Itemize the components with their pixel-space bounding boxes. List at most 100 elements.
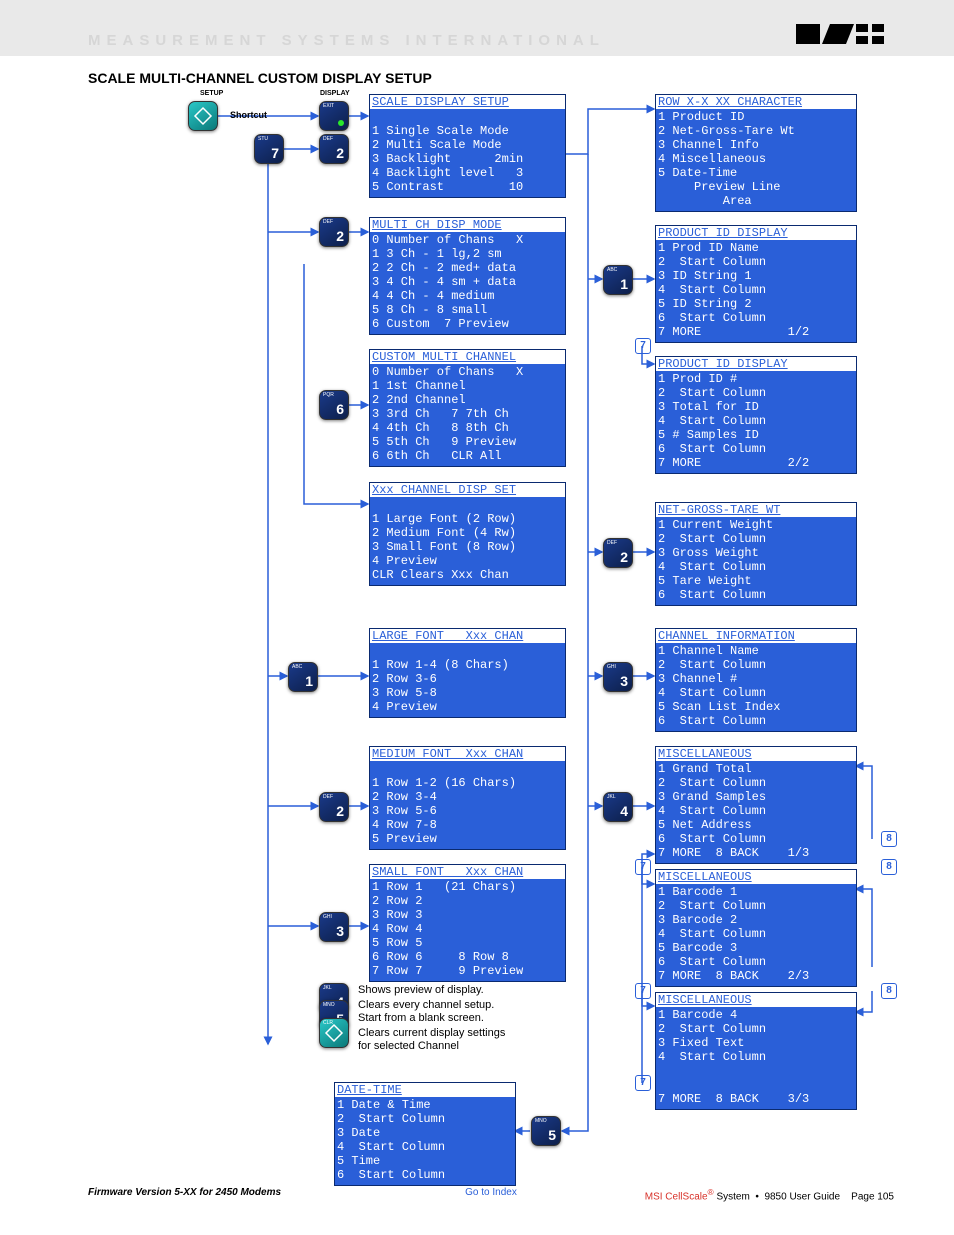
screen-title: PRODUCT ID DISPLAY [656, 226, 856, 240]
keycap-sup: DEF [323, 136, 333, 142]
keycap-mno5b[interactable]: MNO5 [531, 1116, 561, 1146]
keycap-sup: DEF [607, 540, 617, 546]
keycap-num: 2 [336, 803, 344, 819]
firmware-version: Firmware Version 5-XX for 2450 Modems [88, 1187, 281, 1198]
screen-date-time: DATE-TIME1 Date & Time 2 Start Column 3 … [334, 1082, 516, 1186]
nav-step-7: 7 [635, 859, 651, 875]
keycap-exit[interactable]: EXIT [319, 101, 349, 131]
screen-misc-1: MISCELLANEOUS1 Grand Total 2 Start Colum… [655, 746, 857, 864]
keycap-num: 2 [336, 145, 344, 161]
keycap-ghi3a[interactable]: GHI 3 [319, 912, 349, 942]
screen-body: 1 Single Scale Mode 2 Multi Scale Mode 3… [370, 109, 565, 197]
note-clears-current: Clears current display settings for sele… [358, 1027, 505, 1053]
screen-body: 1 Barcode 4 2 Start Column 3 Fixed Text … [656, 1007, 856, 1109]
screen-body: 1 Row 1-2 (16 Chars) 2 Row 3-4 3 Row 5-6… [370, 761, 565, 849]
screen-small-font: SMALL FONT Xxx CHAN1 Row 1 (21 Chars) 2 … [369, 864, 566, 982]
screen-body: 0 Number of Chans X 1 1st Channel 2 2nd … [370, 364, 565, 466]
screen-title: CHANNEL INFORMATION [656, 629, 856, 643]
screen-net-gross-tare: NET-GROSS-TARE WT1 Current Weight 2 Star… [655, 502, 857, 606]
keycap-sup: EXIT [323, 103, 334, 109]
keycap-def2b[interactable]: DEF2 [319, 217, 349, 247]
screen-title: MISCELLANEOUS [656, 993, 856, 1007]
keycap-sup: DEF [323, 219, 333, 225]
keycap-abc1a[interactable]: ABC1 [288, 662, 318, 692]
page-title: SCALE MULTI-CHANNEL CUSTOM DISPLAY SETUP [88, 70, 954, 86]
screen-body: 1 Prod ID # 2 Start Column 3 Total for I… [656, 371, 856, 473]
screen-custom-multi-channel: CUSTOM MULTI CHANNEL0 Number of Chans X … [369, 349, 566, 467]
screen-multi-ch-disp-mode: MULTI CH DISP MODE0 Number of Chans X 1 … [369, 217, 566, 335]
screen-body: 1 Prod ID Name 2 Start Column 3 ID Strin… [656, 240, 856, 342]
screen-body: 1 Product ID 2 Net-Gross-Tare Wt 3 Chann… [656, 109, 856, 211]
page-footer: Firmware Version 5-XX for 2450 Modems Go… [88, 1187, 894, 1202]
screen-misc-2: MISCELLANEOUS1 Barcode 1 2 Start Column … [655, 869, 857, 987]
nav-step-7: 7 [635, 983, 651, 999]
screen-medium-font: MEDIUM FONT Xxx CHAN 1 Row 1-2 (16 Chars… [369, 746, 566, 850]
keycap-jkl4b[interactable]: JKL4 [603, 792, 633, 822]
keycap-clr[interactable]: CLR [319, 1018, 349, 1048]
keycap-num: 7 [271, 145, 279, 161]
keycap-def2c[interactable]: DEF2 [319, 792, 349, 822]
keycap-sup: DEF [323, 794, 333, 800]
keycap-sup: STU [258, 136, 268, 142]
screen-misc-3: MISCELLANEOUS1 Barcode 4 2 Start Column … [655, 992, 857, 1110]
screen-title: ROW X-X XX CHARACTER [656, 95, 856, 109]
screen-channel-disp-set: Xxx CHANNEL DISP SET 1 Large Font (2 Row… [369, 482, 566, 586]
nav-step-8: 8 [881, 859, 897, 875]
screen-body: 0 Number of Chans X 1 3 Ch - 1 lg,2 sm 2… [370, 232, 565, 334]
keycap-num: 5 [548, 1127, 556, 1143]
keycap-sup: ABC [607, 267, 617, 273]
keycap-sup: JKL [323, 985, 332, 991]
nav-step-7: 7 [635, 1075, 651, 1091]
note-clears-every: Clears every channel setup. Start from a… [358, 999, 494, 1025]
company-name: MEASUREMENT SYSTEMS INTERNATIONAL [88, 32, 605, 49]
keycap-ghi3b[interactable]: GHI3 [603, 662, 633, 692]
go-to-index-link[interactable]: Go to Index [465, 1187, 517, 1198]
keycap-def2a[interactable]: DEF2 [319, 134, 349, 164]
screen-product-id-2: PRODUCT ID DISPLAY1 Prod ID # 2 Start Co… [655, 356, 857, 474]
setup-label: SETUP [200, 90, 223, 97]
keycap-def2d[interactable]: DEF2 [603, 538, 633, 568]
guide-name: 9850 User Guide [764, 1191, 840, 1202]
keycap-num: 2 [336, 228, 344, 244]
nav-step-8: 8 [881, 831, 897, 847]
keycap-num: 3 [620, 673, 628, 689]
page-number: Page 105 [851, 1191, 894, 1202]
screen-body: 1 Current Weight 2 Start Column 3 Gross … [656, 517, 856, 605]
screen-scale-display-setup: SCALE DISPLAY SETUP 1 Single Scale Mode … [369, 94, 566, 198]
note-preview: Shows preview of display. [358, 984, 484, 997]
nav-step-7: 7 [635, 338, 651, 354]
screen-large-font: LARGE FONT Xxx CHAN 1 Row 1-4 (8 Chars) … [369, 628, 566, 718]
screen-body: 1 Barcode 1 2 Start Column 3 Barcode 2 4… [656, 884, 856, 986]
keycap-nav[interactable] [188, 101, 218, 131]
keycap-sup: PQR [323, 392, 334, 398]
keycap-sup: GHI [323, 914, 332, 920]
screen-title: NET-GROSS-TARE WT [656, 503, 856, 517]
screen-row-character: ROW X-X XX CHARACTER1 Product ID 2 Net-G… [655, 94, 857, 212]
keycap-abc1b[interactable]: ABC1 [603, 265, 633, 295]
screen-title: Xxx CHANNEL DISP SET [370, 483, 565, 497]
screen-body: 1 Channel Name 2 Start Column 3 Channel … [656, 643, 856, 731]
keycap-stu7[interactable]: STU7 [254, 134, 284, 164]
shortcut-label: Shortcut [230, 109, 267, 122]
screen-title: CUSTOM MULTI CHANNEL [370, 350, 565, 364]
screen-title: PRODUCT ID DISPLAY [656, 357, 856, 371]
screen-title: DATE-TIME [335, 1083, 515, 1097]
display-label: DISPLAY [320, 90, 350, 97]
screen-product-id-1: PRODUCT ID DISPLAY1 Prod ID Name 2 Start… [655, 225, 857, 343]
keycap-sup: MNO [535, 1118, 547, 1124]
keycap-num: 4 [620, 803, 628, 819]
screen-title: MISCELLANEOUS [656, 870, 856, 884]
keycap-num: 3 [336, 923, 344, 939]
screen-channel-info: CHANNEL INFORMATION1 Channel Name 2 Star… [655, 628, 857, 732]
keycap-pqr6[interactable]: PQR6 [319, 390, 349, 420]
header-bar: MEASUREMENT SYSTEMS INTERNATIONAL [0, 0, 954, 56]
screen-title: LARGE FONT Xxx CHAN [370, 629, 565, 643]
nav-step-8: 8 [881, 983, 897, 999]
keycap-sup: ABC [292, 664, 302, 670]
keycap-num: 1 [620, 276, 628, 292]
msi-logo [796, 22, 886, 51]
screen-title: MISCELLANEOUS [656, 747, 856, 761]
screen-title: SMALL FONT Xxx CHAN [370, 865, 565, 879]
screen-title: MEDIUM FONT Xxx CHAN [370, 747, 565, 761]
keycap-num: 2 [620, 549, 628, 565]
